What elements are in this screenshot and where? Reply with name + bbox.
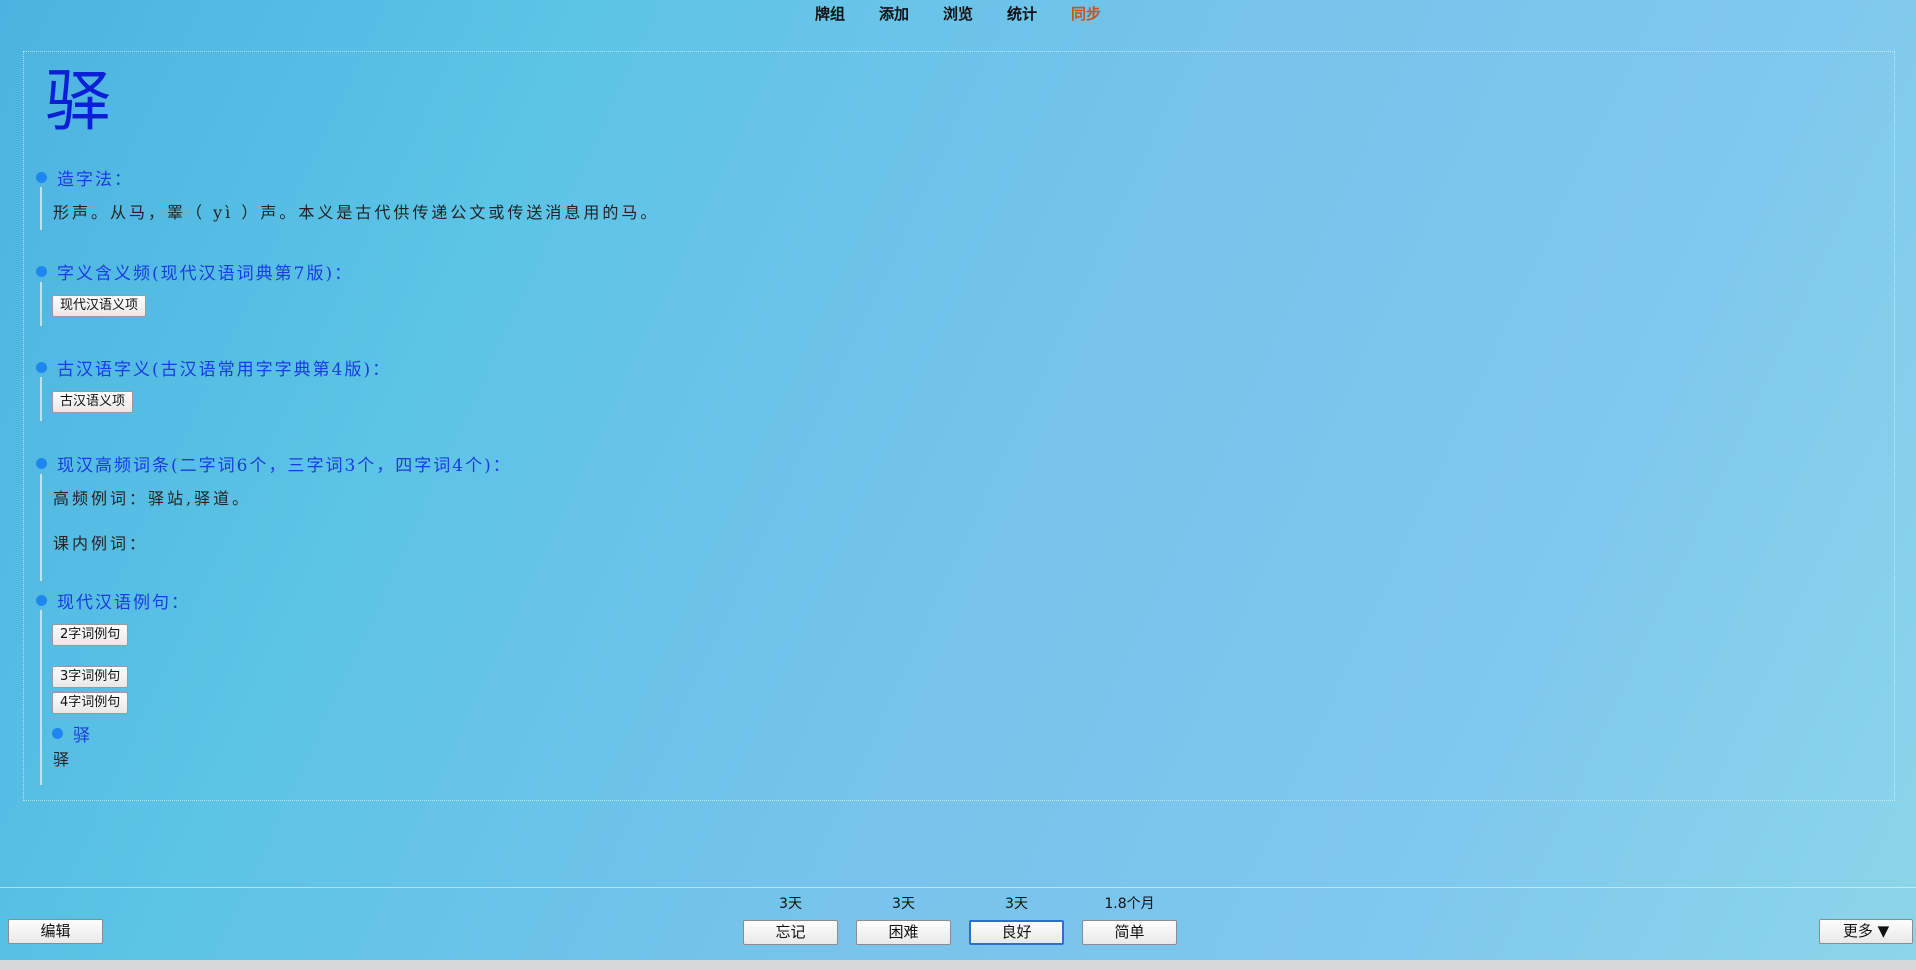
modern-meaning-button[interactable]: 现代汉语义项: [52, 295, 147, 317]
nav-sync[interactable]: 同步: [1071, 3, 1101, 24]
four-char-sentence-button[interactable]: 4字词例句: [52, 692, 129, 714]
sub-title: 驿: [73, 726, 90, 746]
words-title: 现汉高频词条(二字词6个，三字词3个，四字词4个)：: [57, 456, 512, 476]
top-nav: 牌组 添加 浏览 统计 同步: [0, 0, 1916, 26]
edit-button[interactable]: 编辑: [8, 919, 103, 944]
bullet-icon: [36, 362, 47, 373]
again-interval: 3天: [779, 896, 802, 912]
bullet-icon: [52, 728, 63, 739]
good-button[interactable]: 良好: [969, 920, 1064, 945]
card-frame: [23, 51, 1895, 801]
section-bar: [40, 187, 42, 230]
good-interval: 3天: [1005, 896, 1028, 912]
formation-title: 造字法：: [57, 170, 133, 190]
sub-heading: 驿: [52, 721, 90, 746]
easy-interval: 1.8个月: [1104, 896, 1155, 912]
card-character: 驿: [45, 63, 111, 140]
sentences-title: 现代汉语例句：: [57, 593, 190, 613]
nav-stats[interactable]: 统计: [1007, 3, 1037, 24]
section-bar: [40, 610, 42, 785]
again-button[interactable]: 忘记: [743, 920, 838, 945]
words-heading: 现汉高频词条(二字词6个，三字词3个，四字词4个)：: [35, 451, 512, 476]
bottom-bar-divider: [0, 887, 1916, 888]
hard-button[interactable]: 困难: [856, 920, 951, 945]
status-strip: [0, 960, 1916, 970]
textbook-words: 课内例词：: [53, 534, 149, 553]
bullet-icon: [36, 172, 47, 183]
three-char-sentence-button[interactable]: 3字词例句: [52, 666, 129, 688]
ancient-meaning-heading: 古汉语字义(古汉语常用字字典第4版)：: [35, 355, 391, 380]
formation-text: 形声。从马，睪（ yì ）声。本义是古代供传递公文或传送消息用的马。: [53, 203, 660, 222]
nav-decks[interactable]: 牌组: [815, 3, 845, 24]
ancient-meaning-button[interactable]: 古汉语义项: [52, 391, 134, 413]
formation-heading: 造字法：: [35, 165, 133, 190]
modern-meaning-title: 字义含义频(现代汉语词典第7版)：: [57, 264, 354, 284]
section-bar: [40, 377, 42, 421]
high-freq-words: 高频例词：驿站,驿道。: [53, 489, 252, 508]
ancient-meaning-title: 古汉语字义(古汉语常用字字典第4版)：: [57, 360, 392, 380]
modern-meaning-heading: 字义含义频(现代汉语词典第7版)：: [35, 259, 353, 284]
easy-button[interactable]: 简单: [1082, 920, 1177, 945]
section-bar: [40, 282, 42, 326]
bullet-icon: [36, 458, 47, 469]
hard-interval: 3天: [892, 896, 915, 912]
bullet-icon: [36, 595, 47, 606]
two-char-sentence-button[interactable]: 2字词例句: [52, 624, 129, 646]
more-button[interactable]: 更多 ▼: [1819, 919, 1913, 944]
section-bar: [40, 474, 42, 581]
nav-add[interactable]: 添加: [879, 3, 909, 24]
sentences-heading: 现代汉语例句：: [35, 588, 190, 613]
bullet-icon: [36, 266, 47, 277]
nav-browse[interactable]: 浏览: [943, 3, 973, 24]
sub-text: 驿: [53, 750, 73, 769]
